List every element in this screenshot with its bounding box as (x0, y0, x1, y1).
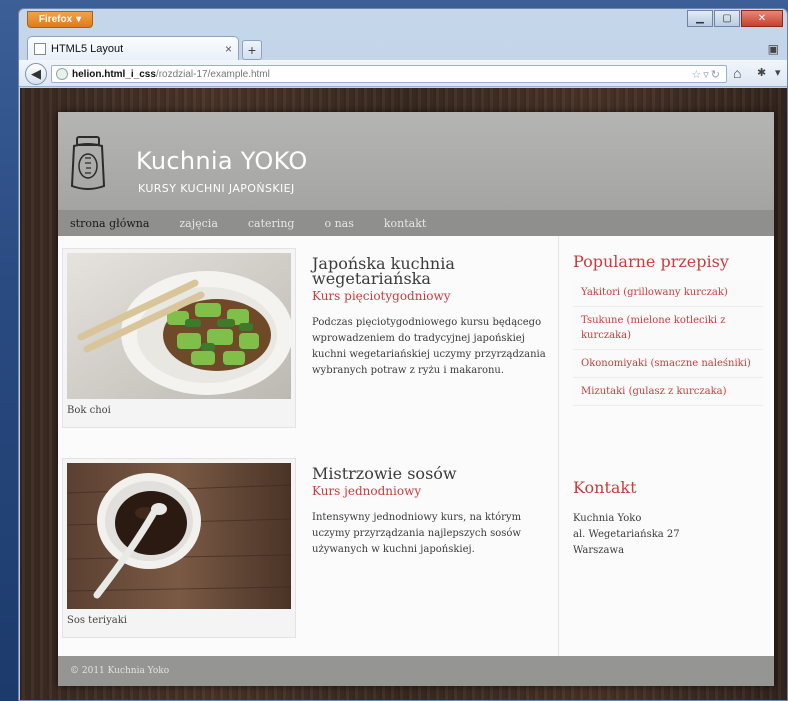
web-page: Kuchnia YOKO KURSY KUCHNI JAPOŃSKIEJ str… (58, 112, 774, 686)
article-figure: Bok choi (62, 248, 296, 428)
article-body: Podczas pięciotygodniowego kursu będąceg… (312, 317, 546, 376)
page-icon (34, 42, 46, 55)
maximize-button[interactable]: ▢ (714, 10, 740, 27)
browser-window: Firefox ▾ ▁ ▢ ✕ HTML5 Layout × + ▣ ◀ hel… (18, 8, 788, 701)
article-subtitle: Kurs pięciotygodniowy (312, 289, 451, 303)
url-path: /rozdzial-17/example.html (155, 68, 270, 80)
bok-choi-photo (67, 253, 291, 399)
popular-recipes-section: Popularne przepisy Yakitori (grillowany … (573, 252, 763, 406)
nav-link-contact[interactable]: kontakt (384, 217, 426, 230)
tab-strip: HTML5 Layout × + (27, 36, 262, 60)
popular-recipes-title: Popularne przepisy (573, 252, 729, 271)
toolbar-overflow-icon[interactable]: ▾ (775, 66, 781, 79)
recipe-link-tsukune[interactable]: Tsukune (mielone kotleciki z kurczaka) (573, 307, 763, 350)
url-host: helion.html_i_css (72, 68, 156, 80)
history-dropdown-icon[interactable]: ▿ (703, 69, 711, 81)
footer-copyright: © 2011 Kuchnia Yoko (70, 666, 170, 676)
home-icon[interactable]: ⌂ (733, 65, 741, 81)
contact-section: Kontakt Kuchnia Yoko al. Wegetariańska 2… (573, 478, 763, 559)
site-title: Kuchnia YOKO (136, 147, 308, 175)
contact-title: Kontakt (573, 478, 637, 497)
site-identity-icon[interactable] (56, 68, 68, 80)
firefox-menu-label: Firefox (38, 14, 73, 25)
window-controls: ▁ ▢ ✕ (687, 10, 783, 27)
article-text: Japońska kuchnia wegetariańska Kurs pięc… (312, 256, 552, 379)
site-navigation: strona główna zajęcia catering o nas kon… (58, 210, 774, 236)
figure-caption: Sos teriyaki (67, 615, 127, 626)
sidebar: Popularne przepisy Yakitori (grillowany … (558, 236, 774, 656)
page-viewport: Kuchnia YOKO KURSY KUCHNI JAPOŃSKIEJ str… (20, 88, 787, 700)
contact-address: Kuchnia Yoko al. Wegetariańska 27 Warsza… (573, 511, 763, 559)
main-content: Bok choi Japońska kuchnia wegetariańska … (58, 236, 558, 656)
firefox-menu-button[interactable]: Firefox ▾ (27, 11, 93, 28)
tab-html5-layout[interactable]: HTML5 Layout × (27, 36, 239, 60)
article-figure: Sos teriyaki (62, 458, 296, 638)
navigation-toolbar: ◀ helion.html_i_css /rozdzial-17/example… (19, 60, 787, 87)
titlebar: Firefox ▾ ▁ ▢ ✕ (19, 9, 787, 37)
figure-caption: Bok choi (67, 405, 111, 416)
site-subtitle: KURSY KUCHNI JAPOŃSKIEJ (138, 182, 295, 195)
new-tab-button[interactable]: + (242, 40, 262, 60)
close-tab-icon[interactable]: × (225, 42, 232, 56)
nav-link-home[interactable]: strona główna (70, 217, 149, 230)
article-subtitle: Kurs jednodniowy (312, 484, 422, 498)
recipe-link-yakitori[interactable]: Yakitori (grillowany kurczak) (573, 279, 763, 307)
contact-line-street: al. Wegetariańska 27 (573, 529, 680, 540)
address-bar[interactable]: helion.html_i_css /rozdzial-17/example.h… (51, 65, 727, 83)
star-icon[interactable]: ☆ (691, 69, 703, 81)
article-title: Mistrzowie sosów (312, 464, 457, 483)
article-text: Mistrzowie sosów Kurs jednodniowy Intens… (312, 466, 552, 558)
close-window-button[interactable]: ✕ (741, 10, 783, 27)
yoko-logo-icon (70, 136, 106, 190)
site-header: Kuchnia YOKO KURSY KUCHNI JAPOŃSKIEJ (58, 112, 774, 210)
site-footer: © 2011 Kuchnia Yoko (58, 656, 774, 686)
minimize-button[interactable]: ▁ (687, 10, 713, 27)
contact-line-city: Warszawa (573, 545, 625, 556)
recipe-list: Yakitori (grillowany kurczak) Tsukune (m… (573, 279, 763, 406)
dropdown-arrow-icon: ▾ (76, 14, 82, 25)
back-button[interactable]: ◀ (25, 63, 47, 85)
nav-link-catering[interactable]: catering (248, 217, 295, 230)
nav-link-about[interactable]: o nas (324, 217, 353, 230)
recipe-link-mizutaki[interactable]: Mizutaki (gulasz z kurczaka) (573, 378, 763, 406)
back-arrow-icon: ◀ (31, 66, 41, 81)
teriyaki-sauce-photo (67, 463, 291, 609)
article-title: Japońska kuchnia wegetariańska (312, 254, 455, 288)
bookmarks-icon[interactable]: ✱ (757, 66, 766, 79)
contact-line-name: Kuchnia Yoko (573, 513, 642, 524)
article-body: Intensywny jednodniowy kurs, na którym u… (312, 512, 522, 555)
reload-icon[interactable]: ↻ (711, 69, 722, 81)
tab-list-icon[interactable]: ▣ (768, 42, 779, 56)
tab-label: HTML5 Layout (51, 42, 124, 55)
nav-link-classes[interactable]: zajęcia (179, 217, 218, 230)
recipe-link-okonomiyaki[interactable]: Okonomiyaki (smaczne naleśniki) (573, 350, 763, 378)
url-tools: ☆▿↻ (691, 68, 722, 81)
